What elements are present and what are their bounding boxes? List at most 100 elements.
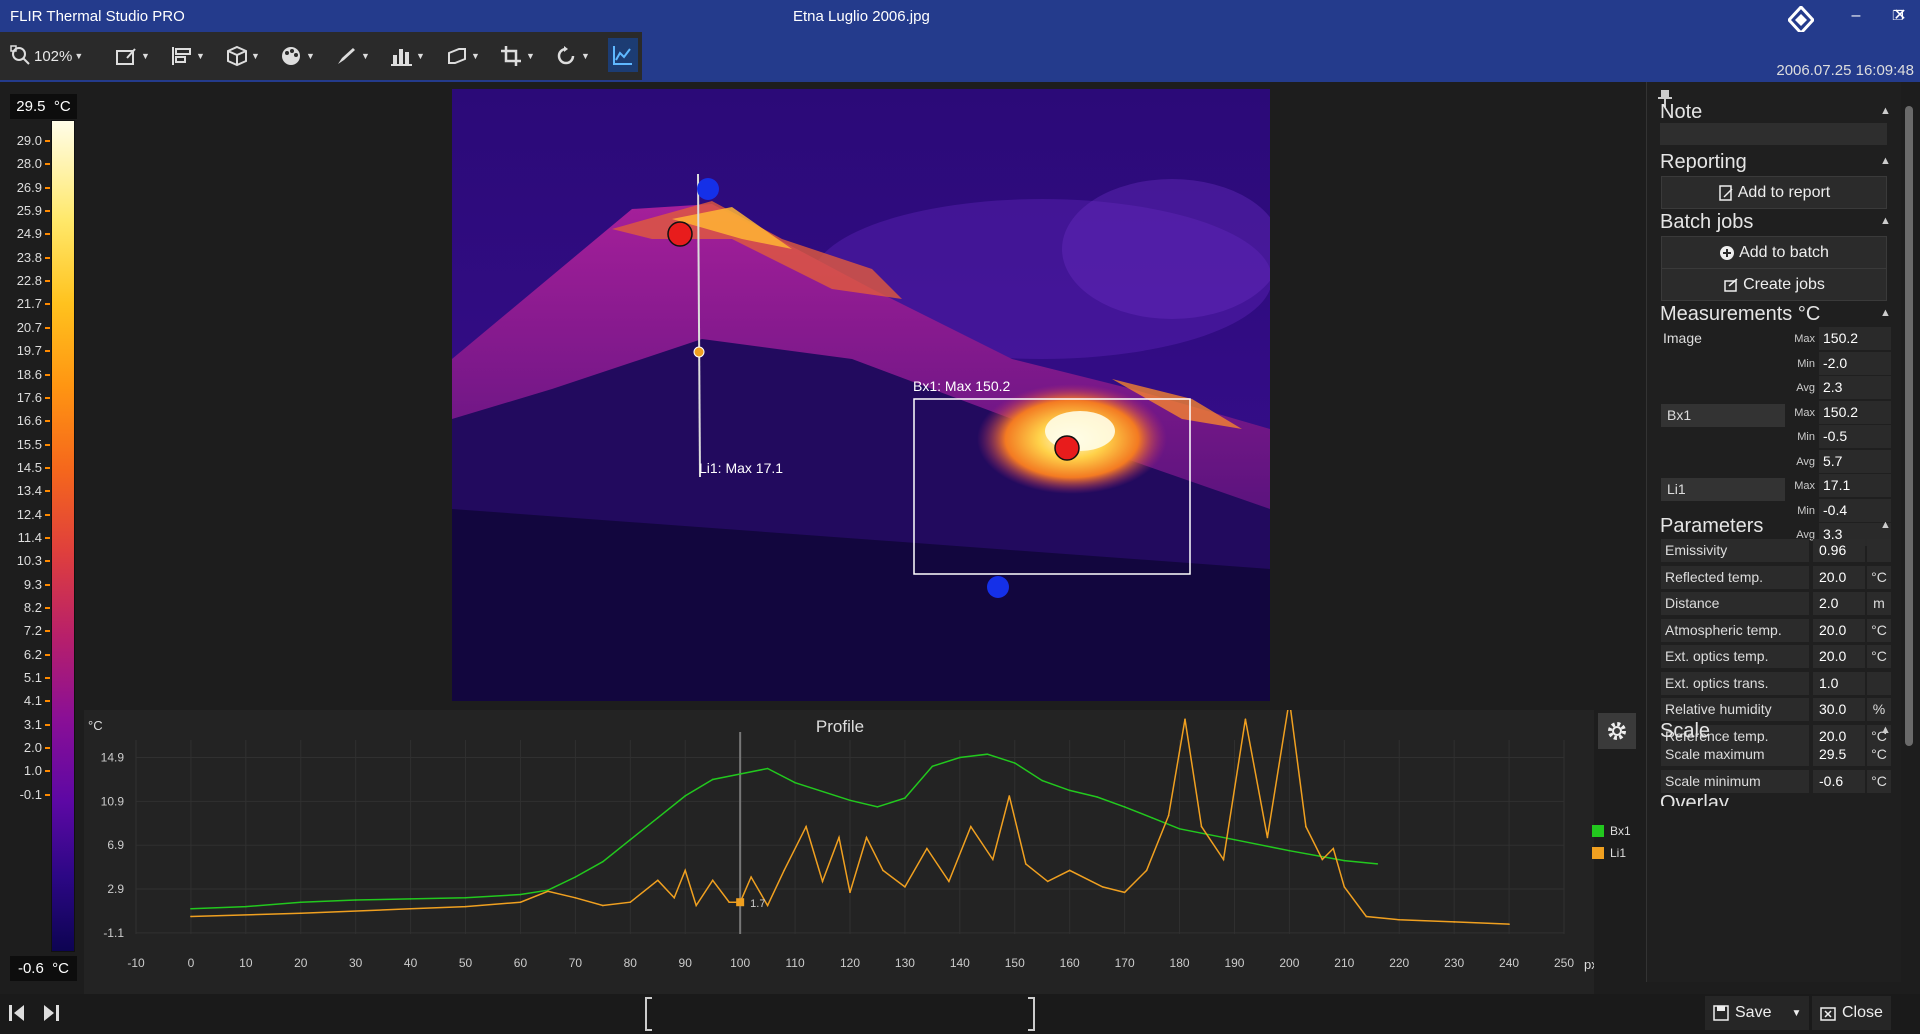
pen-button[interactable]: ▼ [335, 42, 370, 70]
scale-tick-mark [45, 513, 50, 516]
measurement-value: 150.2 [1819, 327, 1891, 350]
next-image-button[interactable] [40, 996, 62, 1030]
close-button[interactable]: ✕ [1880, 4, 1920, 28]
box-measurement-label[interactable]: Bx1: Max 150.2 [913, 378, 1010, 394]
chevron-down-icon: ▼ [361, 51, 370, 61]
measurements-section-header[interactable]: Measurements °C ▲ [1660, 303, 1891, 326]
close-image-button[interactable]: Close [1812, 996, 1891, 1030]
scale-tick-label: 21.7 [16, 296, 42, 312]
note-input[interactable] [1660, 123, 1887, 145]
scale-min-value[interactable]: -0.6 °C [10, 956, 77, 981]
data-point-li1 [1508, 923, 1510, 925]
timeline-range[interactable] [640, 994, 1040, 1034]
measurement-name[interactable]: Li1 [1661, 477, 1785, 501]
data-point-li1 [821, 880, 824, 883]
x-tick-label: 100 [730, 956, 750, 970]
transform-button[interactable]: ▼ [445, 42, 480, 70]
rotate-button[interactable]: ▼ [555, 42, 590, 70]
measurement-row: Image Min -2.0 [1661, 330, 1891, 376]
plus-circle-icon [1720, 245, 1735, 260]
crop-button[interactable]: ▼ [500, 42, 535, 70]
parameter-value-input[interactable]: 20.0 [1813, 645, 1865, 668]
note-section-header[interactable]: Note ▲ [1660, 101, 1891, 124]
reporting-section-header[interactable]: Reporting ▲ [1660, 151, 1891, 174]
x-tick-label: 10 [239, 956, 253, 970]
data-point-bx1 [1068, 789, 1071, 792]
button-label: Close [1842, 1004, 1883, 1021]
parameter-value-input[interactable]: 20.0 [1813, 618, 1865, 642]
save-button[interactable]: Save ▼ [1705, 996, 1810, 1030]
rotate-icon [557, 46, 575, 65]
scale-max-value[interactable]: 29.5 °C [10, 94, 77, 119]
first-image-button[interactable] [6, 996, 28, 1030]
align-button[interactable]: ▼ [170, 42, 205, 70]
parameter-value-input[interactable]: -0.6 [1813, 769, 1865, 793]
parameter-unit [1867, 671, 1891, 695]
profile-chart[interactable]: Profile °C px -10 0 10 20 30 40 50 60 70 80 90 100 110 1… [84, 699, 1598, 994]
edit-image-button[interactable]: ▼ [115, 42, 150, 70]
data-point-li1 [1365, 915, 1368, 918]
scrollbar-thumb[interactable] [1905, 106, 1913, 746]
scale-tick-label: 25.9 [16, 203, 42, 219]
scale-tick-label: 24.9 [16, 226, 42, 242]
x-tick-label: 50 [459, 956, 473, 970]
measurement-name[interactable]: Bx1 [1661, 404, 1785, 427]
add-to-batch-button[interactable]: Add to batch [1661, 236, 1887, 269]
data-point-li1 [464, 905, 467, 908]
minimize-button[interactable]: – [1836, 4, 1876, 28]
data-point-li1 [190, 915, 192, 918]
properties-scrollbar[interactable] [1902, 92, 1916, 992]
scale-section-header[interactable]: Scale ▲ [1660, 720, 1891, 743]
data-point-li1 [1244, 718, 1247, 720]
create-jobs-button[interactable]: Create jobs [1661, 268, 1887, 301]
parameter-value-input[interactable]: 1.0 [1813, 671, 1865, 695]
data-point-bx1 [849, 799, 851, 802]
3d-box-button[interactable]: ▼ [225, 42, 260, 70]
histogram-button[interactable]: ▼ [390, 42, 425, 70]
profile-settings-button[interactable] [1598, 713, 1636, 749]
measurement-value: 17.1 [1819, 474, 1891, 497]
scale-tick-label: 19.7 [16, 343, 42, 359]
x-tick-label: 170 [1115, 956, 1135, 970]
parameter-value-input[interactable]: 29.5 [1813, 743, 1865, 766]
parameter-value-input[interactable]: 30.0 [1813, 698, 1865, 721]
batch-jobs-section-header[interactable]: Batch jobs ▲ [1660, 211, 1891, 234]
parameter-name: Ext. optics trans. [1661, 671, 1809, 695]
title-bar: FLIR Thermal Studio PRO Etna Luglio 2006… [0, 0, 1920, 34]
overlay-section-header[interactable]: Overlay▲ [1660, 792, 1729, 806]
thermal-image-canvas [452, 89, 1270, 701]
chevron-down-icon: ▼ [471, 51, 480, 61]
properties-panel: Note ▲ Reporting ▲ Add to report Batch job… [1646, 82, 1901, 982]
scale-tick-label: 14.5 [16, 459, 42, 475]
scale-unit: °C [52, 960, 70, 977]
palette-button[interactable]: ▼ [280, 42, 315, 70]
parameter-value-input[interactable]: 2.0 [1813, 592, 1865, 615]
profile-chart-button[interactable] [608, 38, 638, 72]
data-point-bx1 [464, 897, 467, 899]
pen-icon [338, 48, 355, 64]
scale-tick-mark [45, 303, 50, 306]
skip-first-icon [9, 1005, 24, 1021]
profile-legend: Bx1 Li1 [1592, 820, 1631, 864]
add-to-report-button[interactable]: Add to report [1661, 176, 1887, 209]
x-tick-label: 220 [1389, 956, 1409, 970]
x-tick-label: 0 [188, 956, 195, 970]
parameter-unit: °C [1867, 645, 1891, 668]
parameter-value-input[interactable]: 20.0 [1813, 565, 1865, 589]
zoom-button[interactable]: 102% ▼ [10, 42, 83, 70]
legend-swatch [1592, 825, 1604, 837]
legend-item-li1[interactable]: Li1 [1592, 842, 1631, 864]
data-point-bx1 [602, 860, 604, 863]
y-tick-label: 14.9 [101, 751, 125, 765]
thermal-image[interactable]: Bx1: Max 150.2 Li1: Max 17.1 [452, 89, 1270, 701]
scale-tick-label: 18.6 [16, 366, 42, 382]
scale-tick-label: 10.3 [16, 553, 42, 569]
parameter-value-input[interactable]: 0.96 [1813, 539, 1865, 562]
image-timestamp: 2006.07.25 16:09:48 [1776, 62, 1914, 79]
data-point-bx1 [794, 781, 796, 784]
scale-tick-mark [45, 770, 50, 773]
legend-item-bx1[interactable]: Bx1 [1592, 820, 1631, 842]
scale-tick-mark [45, 490, 50, 493]
section-title: Reporting [1660, 151, 1747, 173]
line-measurement-label[interactable]: Li1: Max 17.1 [699, 460, 783, 476]
